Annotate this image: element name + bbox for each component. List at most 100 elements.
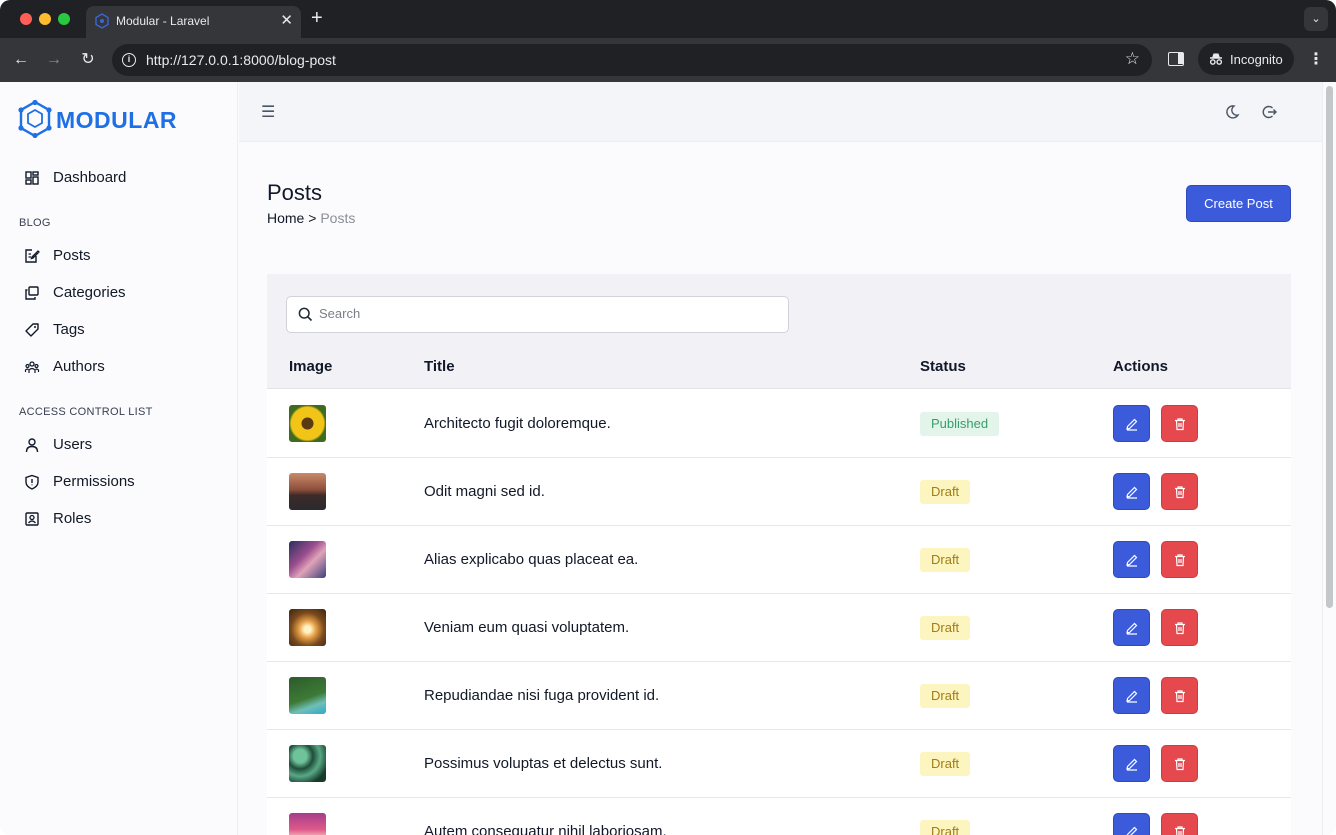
delete-button[interactable] (1161, 813, 1198, 835)
post-title: Architecto fugit doloremque. (424, 415, 611, 432)
table-row: Alias explicabo quas placeat ea. Draft (267, 526, 1291, 594)
sidebar-item-label: Authors (53, 358, 105, 375)
post-thumbnail-coast-aerial (289, 677, 326, 714)
delete-button[interactable] (1161, 473, 1198, 510)
pencil-icon (1126, 758, 1138, 771)
logout-icon[interactable] (1260, 103, 1278, 121)
reload-icon[interactable]: ↻ (78, 50, 98, 70)
tag-icon (25, 323, 39, 337)
edit-button[interactable] (1113, 473, 1150, 510)
column-header-image: Image (289, 358, 333, 375)
edit-button[interactable] (1113, 541, 1150, 578)
back-arrow-icon[interactable]: ← (11, 50, 31, 70)
post-thumbnail-tunnel (289, 609, 326, 646)
sidebar-item-users[interactable]: Users (24, 433, 224, 457)
bookmark-star-icon[interactable]: ☆ (1125, 49, 1140, 69)
table-row: Autem consequatur nihil laboriosam. Draf… (267, 798, 1291, 835)
sidebar-item-label: Posts (53, 247, 91, 264)
forward-arrow-icon[interactable]: → (44, 50, 64, 70)
scrollbar-thumb[interactable] (1326, 86, 1333, 608)
sidebar-item-posts[interactable]: Posts (24, 244, 224, 268)
search-field[interactable] (286, 296, 789, 333)
tab-search-chevron-icon[interactable]: ⌄ (1304, 7, 1328, 31)
post-title: Alias explicabo quas placeat ea. (424, 551, 639, 568)
modular-favicon-icon (95, 13, 109, 29)
status-badge: Draft (920, 820, 971, 835)
incognito-label: Incognito (1230, 52, 1283, 67)
browser-tab[interactable]: Modular - Laravel ✕ (86, 6, 301, 38)
delete-button[interactable] (1161, 609, 1198, 646)
page-scrollbar[interactable] (1322, 82, 1336, 835)
incognito-profile-button[interactable]: Incognito (1198, 43, 1294, 75)
dashboard-icon (25, 171, 39, 185)
pencil-icon (1126, 622, 1138, 635)
post-title: Possimus voluptas et delectus sunt. (424, 755, 663, 772)
trash-icon (1175, 622, 1185, 635)
trash-icon (1175, 758, 1185, 771)
status-badge: Draft (920, 548, 971, 572)
search-input[interactable] (319, 306, 779, 321)
hamburger-icon[interactable]: ☰ (261, 102, 275, 122)
url-text[interactable]: http://127.0.0.1:8000/blog-post (146, 52, 336, 68)
close-window-button[interactable] (20, 13, 32, 25)
sidebar-section-acl: ACCESS CONTROL LIST (19, 406, 153, 418)
sidebar-item-roles[interactable]: Roles (24, 507, 224, 531)
sidebar-item-permissions[interactable]: Permissions (24, 470, 224, 494)
user-icon (25, 438, 39, 453)
sidebar-item-authors[interactable]: Authors (24, 355, 224, 379)
tab-close-icon[interactable]: ✕ (280, 11, 293, 29)
trash-icon (1175, 418, 1185, 431)
edit-button[interactable] (1113, 609, 1150, 646)
browser-window: Modular - Laravel ✕ + ⌄ ← → ↻ i http://1… (0, 0, 1336, 835)
posts-table: Image Title Status Actions Architecto fu… (267, 274, 1291, 835)
minimize-window-button[interactable] (39, 13, 51, 25)
edit-note-icon (25, 249, 40, 263)
page-title: Posts (267, 180, 323, 205)
sidebar-item-label: Permissions (53, 473, 135, 490)
moon-icon[interactable] (1223, 103, 1241, 121)
post-thumbnail-leaves (289, 745, 326, 782)
logo-text: MODULAR (56, 107, 178, 133)
status-badge: Published (920, 412, 1000, 436)
status-badge: Draft (920, 684, 971, 708)
incognito-icon (1209, 53, 1223, 65)
table-toolbar: Image Title Status Actions (267, 274, 1291, 389)
sidebar-item-categories[interactable]: Categories (24, 281, 224, 305)
sidebar-item-label: Categories (53, 284, 126, 301)
sidebar-item-tags[interactable]: Tags (24, 318, 224, 342)
pencil-icon (1126, 486, 1138, 499)
column-header-status: Status (920, 358, 966, 375)
delete-button[interactable] (1161, 405, 1198, 442)
site-info-icon[interactable]: i (122, 53, 136, 67)
breadcrumb-home[interactable]: Home (267, 210, 304, 226)
maximize-window-button[interactable] (58, 13, 70, 25)
browser-menu-icon[interactable]: ⋮ (1308, 49, 1324, 69)
sidebar-item-label: Users (53, 436, 93, 453)
breadcrumb-separator: > (308, 210, 317, 226)
sidebar-item-dashboard[interactable]: Dashboard (24, 166, 224, 190)
breadcrumb-current: Posts (320, 210, 356, 226)
delete-button[interactable] (1161, 541, 1198, 578)
post-thumbnail-abstract-purple (289, 541, 326, 578)
id-badge-icon (25, 512, 39, 526)
address-bar[interactable]: i http://127.0.0.1:8000/blog-post ☆ (112, 44, 1152, 76)
trash-icon (1175, 690, 1185, 703)
table-row: Architecto fugit doloremque. Published (267, 390, 1291, 458)
table-row: Possimus voluptas et delectus sunt. Draf… (267, 730, 1291, 798)
trash-icon (1175, 826, 1185, 835)
new-tab-button[interactable]: + (311, 7, 323, 30)
column-header-title: Title (424, 358, 455, 375)
edit-button[interactable] (1113, 677, 1150, 714)
status-badge: Draft (920, 480, 971, 504)
side-panel-icon[interactable] (1168, 52, 1184, 66)
search-icon (298, 307, 313, 322)
breadcrumb: Home > Posts (267, 210, 355, 226)
edit-button[interactable] (1113, 405, 1150, 442)
edit-button[interactable] (1113, 745, 1150, 782)
create-post-button[interactable]: Create Post (1186, 185, 1291, 222)
delete-button[interactable] (1161, 677, 1198, 714)
tab-title: Modular - Laravel (116, 14, 210, 28)
pencil-icon (1126, 418, 1138, 431)
delete-button[interactable] (1161, 745, 1198, 782)
edit-button[interactable] (1113, 813, 1150, 835)
